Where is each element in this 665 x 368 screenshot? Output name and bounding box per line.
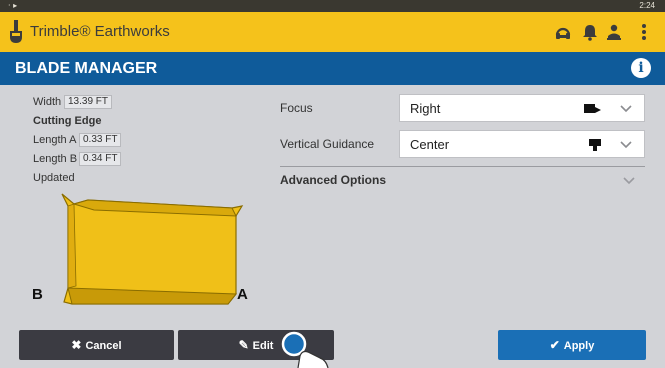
title-bar: BLADE MANAGER i	[0, 52, 665, 85]
page-title: BLADE MANAGER	[15, 60, 158, 77]
blade-center-icon	[589, 139, 601, 151]
chevron-down-icon	[620, 105, 632, 113]
status-icons: · ▸	[8, 1, 18, 10]
trimble-shovel-icon	[10, 20, 22, 43]
overflow-menu-icon[interactable]	[641, 23, 647, 41]
focus-select[interactable]: Right	[399, 94, 645, 122]
blade-right-icon	[584, 104, 601, 113]
edit-button-label: Edit	[252, 340, 274, 352]
focus-value: Right	[410, 101, 441, 116]
updated-label: Updated	[33, 172, 75, 184]
advanced-options-toggle[interactable]: Advanced Options	[280, 173, 386, 187]
length-a-value: 0.33 FT	[79, 133, 122, 147]
chevron-down-icon	[620, 141, 632, 149]
edit-icon: ✎	[238, 338, 249, 352]
length-b-label: Length B	[33, 153, 78, 165]
status-bar: · ▸ 2:24	[0, 0, 665, 12]
length-a-label: Length A	[33, 134, 77, 146]
width-value: 13.39 FT	[64, 95, 113, 109]
app-brand: Trimble® Earthworks	[30, 23, 170, 40]
blade-point-b: B	[32, 286, 43, 303]
chevron-down-icon[interactable]	[623, 175, 635, 185]
touch-pointer-icon	[281, 331, 329, 368]
length-b-value: 0.34 FT	[79, 152, 122, 166]
apply-button[interactable]: ✔ Apply	[498, 330, 646, 360]
blade-diagram	[61, 193, 244, 305]
headset-icon[interactable]	[554, 23, 572, 41]
blade-point-a: A	[237, 286, 248, 303]
checkmark-icon: ✔	[549, 338, 560, 352]
divider	[280, 166, 645, 167]
bell-icon[interactable]	[583, 23, 597, 41]
info-icon[interactable]: i	[631, 58, 651, 78]
vertical-guidance-label: Vertical Guidance	[280, 137, 375, 151]
vertical-guidance-value: Center	[410, 137, 450, 152]
app-header: Trimble® Earthworks	[0, 12, 665, 52]
operator-icon[interactable]	[606, 23, 622, 41]
status-time: 2:24	[639, 1, 655, 10]
cancel-button[interactable]: ✖ Cancel	[19, 330, 174, 360]
vertical-guidance-select[interactable]: Center	[399, 130, 645, 158]
cancel-button-label: Cancel	[85, 340, 122, 352]
focus-label: Focus	[280, 101, 313, 115]
width-label: Width	[33, 96, 62, 108]
close-icon: ✖	[71, 338, 82, 352]
cutting-edge-label: Cutting Edge	[33, 115, 102, 127]
apply-button-label: Apply	[563, 340, 595, 352]
